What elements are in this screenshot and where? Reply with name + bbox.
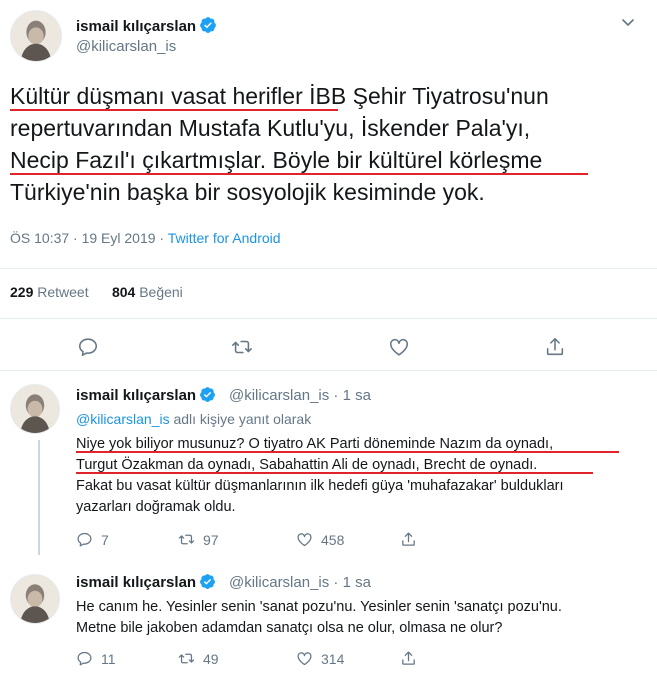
avatar-image xyxy=(11,575,59,623)
like-label: Beğeni xyxy=(139,284,183,300)
share-icon xyxy=(546,337,564,356)
annotation-underline xyxy=(76,472,593,474)
like-icon xyxy=(297,652,312,666)
reply-icon xyxy=(77,532,92,547)
verified-badge-icon xyxy=(199,386,216,407)
verified-badge-icon xyxy=(199,573,216,594)
reply-context-text: adlı kişiye yanıt olarak xyxy=(169,411,312,427)
retweet-count: 49 xyxy=(203,650,219,667)
chevron-down-icon[interactable] xyxy=(620,14,636,35)
reply-handle-time[interactable]: @kilicarslan_is · 1 sa xyxy=(229,387,371,404)
retweet-icon xyxy=(232,340,252,354)
annotation-underline xyxy=(76,451,619,453)
reply-count: 7 xyxy=(101,531,109,548)
retweet-label: Retweet xyxy=(37,284,89,300)
retweet-button[interactable] xyxy=(231,336,253,358)
avatar[interactable] xyxy=(10,384,60,434)
reply-button[interactable] xyxy=(77,336,99,358)
avatar-image xyxy=(11,11,61,61)
tweet-text-line: Türkiye'nin başka bir sosyolojik kesimin… xyxy=(10,179,485,205)
divider xyxy=(0,370,657,371)
reply-button[interactable]: 7 xyxy=(76,531,109,548)
tweet-source[interactable]: Twitter for Android xyxy=(168,230,281,246)
retweet-icon xyxy=(178,653,195,664)
reply-icon xyxy=(77,651,92,666)
author-name-text[interactable]: ismail kılıçarslan xyxy=(76,18,196,35)
tweet-text: Kültür düşmanı vasat herifler İBB Şehir … xyxy=(10,80,650,208)
reply-text: He canım he. Yesinler senin 'sanat pozu'… xyxy=(76,597,651,639)
thread-line xyxy=(38,440,40,555)
divider xyxy=(0,318,657,319)
like-count: 314 xyxy=(321,650,345,667)
share-button[interactable] xyxy=(544,336,566,358)
tweet-text-line: Necip Fazıl'ı çıkartmışlar. Böyle bir kü… xyxy=(10,147,543,173)
author-handle[interactable]: @kilicarslan_is xyxy=(76,38,176,55)
reply-handle-time[interactable]: @kilicarslan_is · 1 sa xyxy=(229,574,371,591)
retweet-icon xyxy=(178,534,195,545)
avatar-image xyxy=(11,385,59,433)
tweet-stats: 229 Retweet 804 Beğeni xyxy=(10,284,183,300)
annotation-underline xyxy=(10,109,338,111)
share-icon xyxy=(402,532,415,546)
verified-badge-icon xyxy=(199,16,217,38)
like-stat[interactable]: 804 Beğeni xyxy=(112,284,183,300)
author-name[interactable]: ismail kılıçarslan xyxy=(76,16,217,38)
retweet-stat[interactable]: 229 Retweet xyxy=(10,284,89,300)
retweet-count: 229 xyxy=(10,284,34,300)
reply-text-line: Fakat bu vasat kültür düşmanlarının ilk … xyxy=(76,478,564,494)
tweet-text-line: Kültür düşmanı vasat herifler İBB Şehir … xyxy=(10,83,549,109)
like-icon xyxy=(297,533,312,547)
like-count: 458 xyxy=(321,531,345,548)
retweet-button[interactable]: 49 xyxy=(178,650,219,667)
retweet-button[interactable]: 97 xyxy=(178,531,219,548)
like-button[interactable]: 314 xyxy=(296,650,344,667)
retweet-count: 97 xyxy=(203,531,219,548)
like-button[interactable] xyxy=(388,336,410,358)
reply-author-name[interactable]: ismail kılıçarslan xyxy=(76,386,216,407)
share-icon xyxy=(402,651,415,665)
reply-text-line: He canım he. Yesinler senin 'sanat pozu'… xyxy=(76,599,562,615)
reply-text-line: yazarları doğramak oldu. xyxy=(76,499,236,515)
annotation-underline xyxy=(10,173,588,175)
like-count: 804 xyxy=(111,284,136,300)
avatar[interactable] xyxy=(10,574,60,624)
reply-author-name-text[interactable]: ismail kılıçarslan xyxy=(76,387,196,404)
reply-context: @kilicarslan_is adlı kişiye yanıt olarak xyxy=(76,411,311,427)
like-icon xyxy=(389,338,409,356)
reply-text: Niye yok biliyor musunuz? O tiyatro AK P… xyxy=(76,434,651,518)
tweet-text-line: repertuvarından Mustafa Kutlu'yu, İskend… xyxy=(10,115,531,141)
reply-button[interactable]: 11 xyxy=(76,650,116,667)
avatar[interactable] xyxy=(10,10,62,62)
reply-icon xyxy=(78,338,98,357)
reply-author-name-text[interactable]: ismail kılıçarslan xyxy=(76,574,196,591)
like-button[interactable]: 458 xyxy=(296,531,344,548)
reply-text-line: Metne bile jakoben adamdan sanatçı olsa … xyxy=(76,620,503,636)
tweet-time[interactable]: ÖS 10:37 · 19 Eyl 2019 · xyxy=(10,230,168,246)
share-button[interactable] xyxy=(400,531,425,548)
divider xyxy=(0,268,657,269)
share-button[interactable] xyxy=(400,650,425,667)
reply-author-name[interactable]: ismail kılıçarslan xyxy=(76,573,216,594)
reply-count: 11 xyxy=(101,650,116,667)
tweet-meta: ÖS 10:37 · 19 Eyl 2019 · Twitter for And… xyxy=(10,230,281,246)
reply-mention[interactable]: @kilicarslan_is xyxy=(76,411,170,427)
